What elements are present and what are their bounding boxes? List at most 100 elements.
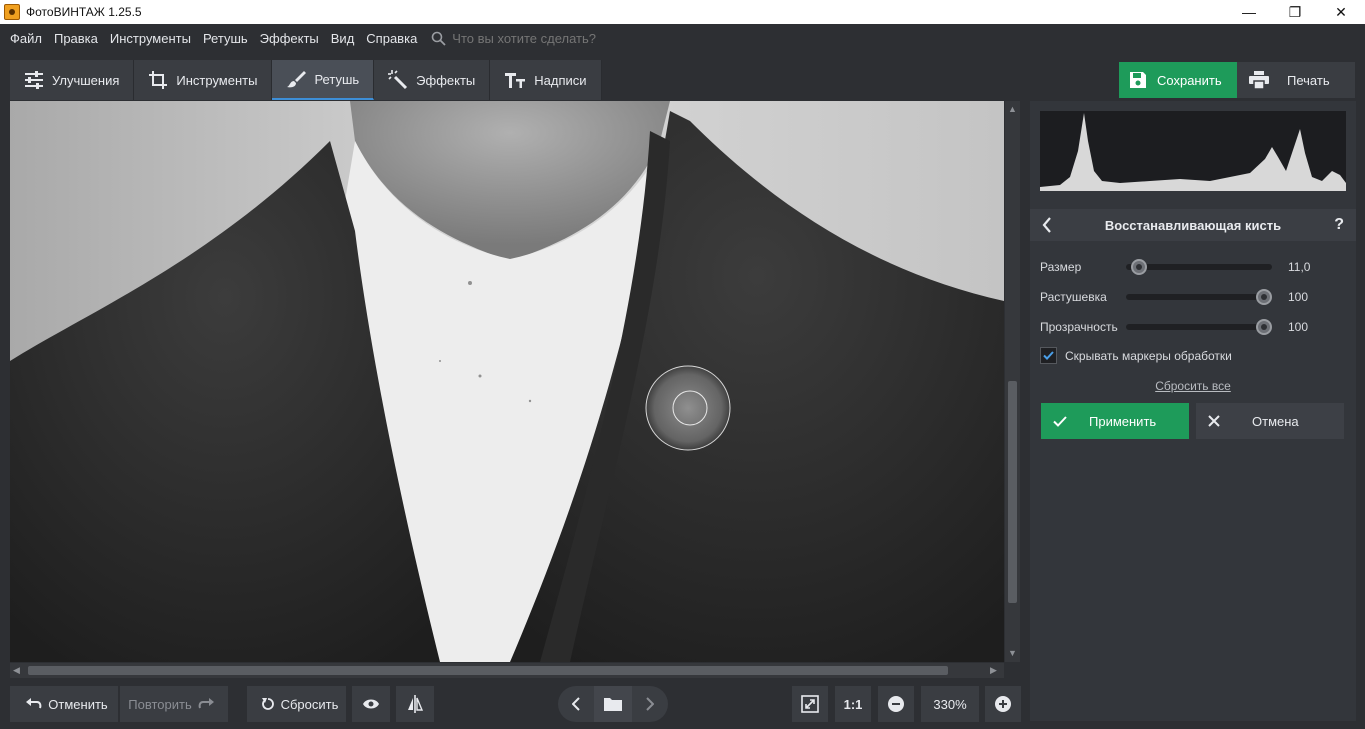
save-icon	[1130, 72, 1146, 88]
size-label: Размер	[1040, 260, 1082, 274]
title-bar: ФотоВИНТАЖ 1.25.5 — ❐ ✕	[0, 0, 1365, 24]
tab-captions[interactable]: Надписи	[490, 60, 602, 100]
save-button[interactable]: Сохранить	[1119, 62, 1237, 98]
restore-icon: ❐	[1288, 3, 1302, 20]
menu-tools[interactable]: Инструменты	[110, 31, 191, 46]
open-folder-button[interactable]	[594, 686, 632, 722]
undo-button[interactable]: Отменить	[10, 686, 118, 722]
checkmark-icon	[1043, 351, 1054, 360]
reset-all-link[interactable]: Сбросить все	[1030, 379, 1356, 393]
size-slider-handle[interactable]	[1131, 259, 1147, 275]
feather-slider-row: Растушевка 100	[1040, 287, 1346, 307]
reset-button[interactable]: Сбросить	[247, 686, 346, 722]
brush-icon	[287, 71, 307, 88]
command-search	[431, 30, 653, 46]
opacity-label: Прозрачность	[1040, 320, 1118, 334]
menu-bar: Файл Правка Инструменты Ретушь Эффекты В…	[0, 24, 1365, 52]
menu-edit[interactable]: Правка	[54, 31, 98, 46]
scroll-right-icon[interactable]: ▶	[990, 666, 997, 675]
tool-title: Восстанавливающая кисть	[1104, 217, 1282, 233]
app-logo-icon	[4, 4, 20, 20]
hide-markers-label[interactable]: Скрывать маркеры обработки	[1065, 349, 1232, 363]
restore-button[interactable]: ❐	[1272, 0, 1318, 24]
actual-size-button[interactable]: 1:1	[835, 686, 871, 722]
minimize-icon: —	[1242, 4, 1256, 20]
magic-wand-icon	[388, 70, 408, 90]
size-slider-row: Размер 11,0	[1040, 257, 1346, 277]
cancel-button[interactable]: Отмена	[1196, 403, 1344, 439]
menu-retouch[interactable]: Ретушь	[203, 31, 248, 46]
compare-button[interactable]	[396, 686, 434, 722]
hide-markers-checkbox[interactable]	[1040, 347, 1057, 364]
reset-label: Сбросить	[280, 696, 339, 712]
tab-enhancements[interactable]: Улучшения	[10, 60, 135, 100]
file-actions: Сохранить Печать	[1119, 62, 1355, 98]
photo-canvas[interactable]	[10, 101, 1004, 662]
zoom-level-field[interactable]: 330%	[921, 686, 979, 722]
scroll-up-icon[interactable]: ▲	[1008, 105, 1017, 114]
tab-retouch[interactable]: Ретушь	[272, 60, 375, 100]
help-icon[interactable]: ?	[1334, 216, 1344, 234]
opacity-slider-row: Прозрачность 100	[1040, 317, 1346, 337]
opacity-slider-handle[interactable]	[1256, 319, 1272, 335]
tab-label: Улучшения	[52, 72, 120, 88]
close-button[interactable]: ✕	[1318, 0, 1364, 24]
tab-effects[interactable]: Эффекты	[374, 60, 491, 100]
minimize-button[interactable]: —	[1226, 0, 1272, 24]
next-image-button[interactable]	[632, 686, 668, 722]
horizontal-scroll-thumb[interactable]	[28, 666, 948, 675]
histogram-graph	[1040, 113, 1346, 191]
menu-help[interactable]: Справка	[366, 31, 417, 46]
preview-button[interactable]	[352, 686, 390, 722]
scroll-left-icon[interactable]: ◀	[13, 666, 20, 675]
print-button[interactable]: Печать	[1237, 62, 1355, 98]
feather-label: Растушевка	[1040, 290, 1107, 304]
undo-icon	[26, 698, 42, 709]
crop-icon	[149, 71, 168, 89]
horizontal-scrollbar[interactable]: ◀ ▶	[10, 663, 1004, 678]
actual-size-label: 1:1	[843, 696, 863, 712]
opacity-value: 100	[1288, 320, 1309, 334]
hide-markers-row: Скрывать маркеры обработки	[1040, 347, 1232, 364]
vertical-scroll-thumb[interactable]	[1008, 381, 1017, 603]
feather-slider-handle[interactable]	[1256, 289, 1272, 305]
menu-file[interactable]: Файл	[10, 31, 42, 46]
redo-icon	[198, 698, 214, 709]
printer-icon	[1249, 71, 1269, 89]
zoom-in-button[interactable]	[985, 686, 1021, 722]
folder-icon	[604, 698, 622, 711]
sliders-icon	[25, 71, 43, 89]
close-x-icon	[1208, 415, 1220, 427]
zoom-out-button[interactable]	[878, 686, 914, 722]
window-title: ФотоВИНТАЖ 1.25.5	[26, 5, 142, 19]
previous-image-button[interactable]	[558, 686, 594, 722]
tab-tools[interactable]: Инструменты	[134, 60, 273, 100]
tab-label: Инструменты	[176, 72, 258, 88]
apply-label: Применить	[1089, 413, 1157, 429]
menu-view[interactable]: Вид	[331, 31, 355, 46]
zoom-out-icon	[888, 696, 904, 712]
search-icon	[431, 31, 446, 46]
undo-label: Отменить	[48, 696, 108, 712]
feather-slider[interactable]	[1126, 289, 1272, 305]
feather-value: 100	[1288, 290, 1309, 304]
redo-label: Повторить	[128, 696, 192, 712]
size-slider[interactable]	[1126, 259, 1272, 275]
fit-to-screen-button[interactable]	[792, 686, 828, 722]
mode-tabs: Улучшения Инструменты Ретушь Эффекты Над…	[10, 60, 602, 100]
redo-button[interactable]: Повторить	[120, 686, 228, 722]
cancel-label: Отмена	[1252, 413, 1299, 429]
scroll-down-icon[interactable]: ▼	[1008, 649, 1017, 658]
vertical-scrollbar[interactable]: ▲ ▼	[1005, 101, 1020, 662]
image-navigator	[558, 686, 668, 722]
photo-image	[10, 101, 1004, 662]
size-value: 11,0	[1288, 260, 1311, 274]
print-label: Печать	[1287, 72, 1330, 88]
back-arrow-icon[interactable]	[1042, 217, 1052, 233]
search-input[interactable]	[452, 30, 653, 46]
save-label: Сохранить	[1157, 72, 1222, 88]
opacity-slider[interactable]	[1126, 319, 1272, 335]
tab-label: Ретушь	[314, 71, 360, 87]
apply-button[interactable]: Применить	[1041, 403, 1189, 439]
menu-effects[interactable]: Эффекты	[260, 31, 319, 46]
